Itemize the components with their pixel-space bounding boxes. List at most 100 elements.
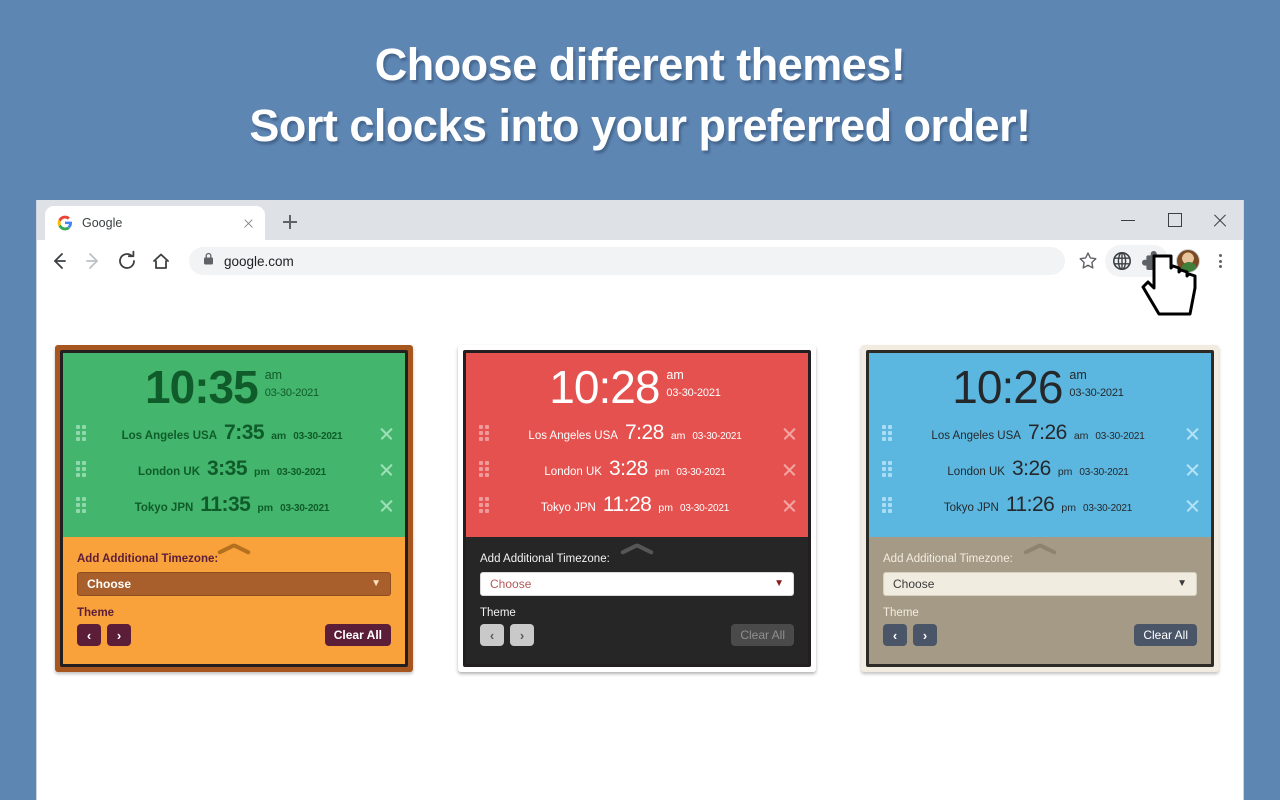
timezone-row-body: Tokyo JPN 11:26 pm 03-30-2021: [895, 494, 1181, 516]
timezone-select[interactable]: Choose ▼: [883, 572, 1197, 596]
maximize-icon[interactable]: [1151, 200, 1197, 240]
reload-icon[interactable]: [111, 245, 143, 277]
timezone-city: Los Angeles USA: [931, 430, 1021, 442]
primary-time: 10:35: [145, 361, 259, 413]
remove-timezone-icon[interactable]: [375, 458, 397, 480]
settings-panel: Add Additional Timezone: Choose ▼ Theme …: [63, 537, 405, 664]
timezone-row: Los Angeles USA 7:35 am 03-30-2021: [63, 415, 405, 451]
clear-all-button[interactable]: Clear All: [1134, 624, 1197, 646]
timezone-row-body: Los Angeles USA 7:26 am 03-30-2021: [895, 422, 1181, 444]
drag-handle-icon[interactable]: [879, 497, 895, 513]
timezone-select[interactable]: Choose ▼: [77, 572, 391, 596]
chevron-up-icon[interactable]: [1023, 541, 1057, 555]
theme-prev-button[interactable]: ‹: [77, 624, 101, 646]
theme-next-button[interactable]: ›: [913, 624, 937, 646]
theme-next-button[interactable]: ›: [107, 624, 131, 646]
settings-bottom-row: ‹ › Clear All: [883, 624, 1197, 646]
timezone-time: 7:26: [1027, 421, 1067, 444]
timezone-time: 3:28: [608, 457, 648, 480]
timezone-row: Los Angeles USA 7:26 am 03-30-2021: [869, 415, 1211, 451]
timezone-city: London UK: [947, 466, 1005, 478]
drag-handle-icon[interactable]: [476, 497, 492, 513]
star-icon[interactable]: [1073, 246, 1103, 276]
timezone-date: 03-30-2021: [1095, 431, 1145, 442]
clock-display-area: 10:26 am 03-30-2021 Los Angeles USA 7:26…: [869, 353, 1211, 537]
timezone-select[interactable]: Choose ▼: [480, 572, 794, 596]
drag-handle-icon[interactable]: [73, 425, 89, 441]
timezone-date: 03-30-2021: [692, 431, 742, 442]
timezone-row: London UK 3:26 pm 03-30-2021: [869, 451, 1211, 487]
timezone-date: 03-30-2021: [1082, 503, 1133, 514]
home-icon[interactable]: [145, 245, 177, 277]
timezone-row-body: Los Angeles USA 7:28 am 03-30-2021: [492, 422, 778, 444]
timezone-list: Los Angeles USA 7:28 am 03-30-2021 Londo…: [466, 415, 808, 523]
timezone-city: Los Angeles USA: [121, 430, 218, 442]
primary-clock-meta: am 03-30-2021: [265, 365, 319, 400]
window-close-icon[interactable]: [1197, 200, 1243, 240]
timezone-date: 03-30-2021: [679, 503, 730, 514]
clear-all-button[interactable]: Clear All: [324, 624, 391, 646]
timezone-time: 11:28: [602, 493, 652, 516]
theme-next-button[interactable]: ›: [510, 624, 534, 646]
drag-handle-icon[interactable]: [73, 461, 89, 477]
theme-label: Theme: [480, 607, 516, 619]
minimize-icon[interactable]: [1105, 200, 1151, 240]
drag-handle-icon[interactable]: [476, 461, 492, 477]
remove-timezone-icon[interactable]: [1181, 422, 1203, 444]
clock-display-area: 10:28 am 03-30-2021 Los Angeles USA 7:28…: [466, 353, 808, 537]
tab-title: Google: [82, 216, 123, 230]
timezone-row-body: London UK 3:35 pm 03-30-2021: [89, 458, 375, 480]
timezone-date: 03-30-2021: [1079, 467, 1129, 478]
back-arrow-icon[interactable]: [43, 245, 75, 277]
primary-ampm: am: [666, 368, 684, 382]
drag-handle-icon[interactable]: [476, 425, 492, 441]
remove-timezone-icon[interactable]: [778, 494, 800, 516]
timezone-time: 11:26: [1005, 493, 1055, 516]
remove-timezone-icon[interactable]: [1181, 494, 1203, 516]
timezone-row-body: Tokyo JPN 11:35 pm 03-30-2021: [89, 494, 375, 516]
panel-inner: 10:26 am 03-30-2021 Los Angeles USA 7:26…: [866, 350, 1214, 667]
settings-panel: Add Additional Timezone: Choose ▼ Theme …: [869, 537, 1211, 664]
panel-frame: 10:28 am 03-30-2021 Los Angeles USA 7:28…: [458, 345, 816, 672]
globe-icon[interactable]: [1107, 246, 1137, 276]
timezone-date: 03-30-2021: [676, 467, 726, 478]
timezone-city: Tokyo JPN: [943, 502, 999, 514]
primary-ampm: am: [1069, 368, 1087, 382]
browser-tab[interactable]: Google: [45, 206, 265, 240]
remove-timezone-icon[interactable]: [778, 458, 800, 480]
timezone-time: 7:28: [624, 421, 664, 444]
remove-timezone-icon[interactable]: [1181, 458, 1203, 480]
timezone-row: Los Angeles USA 7:28 am 03-30-2021: [466, 415, 808, 451]
timezone-ampm: pm: [254, 466, 270, 478]
timezone-city: London UK: [544, 466, 602, 478]
theme-switcher: ‹ ›: [883, 624, 937, 646]
timezone-time: 11:35: [200, 493, 251, 516]
remove-timezone-icon[interactable]: [778, 422, 800, 444]
theme-prev-button[interactable]: ‹: [480, 624, 504, 646]
drag-handle-icon[interactable]: [879, 461, 895, 477]
new-tab-button[interactable]: [277, 209, 303, 235]
timezone-date: 03-30-2021: [276, 467, 326, 478]
three-dot-menu-icon[interactable]: [1207, 246, 1233, 276]
chevron-down-icon: ▼: [1177, 578, 1187, 589]
chevron-up-icon[interactable]: [620, 541, 654, 555]
timezone-ampm: pm: [1057, 466, 1073, 478]
timezone-select-value: Choose: [893, 577, 935, 591]
clock-panel-blue: 10:26 am 03-30-2021 Los Angeles USA 7:26…: [861, 345, 1219, 672]
theme-prev-button[interactable]: ‹: [883, 624, 907, 646]
remove-timezone-icon[interactable]: [375, 494, 397, 516]
address-bar[interactable]: google.com: [189, 247, 1065, 275]
clock-display-area: 10:35 am 03-30-2021 Los Angeles USA 7:35…: [63, 353, 405, 537]
timezone-time: 3:35: [207, 457, 248, 480]
tab-close-icon[interactable]: [240, 215, 257, 232]
drag-handle-icon[interactable]: [73, 497, 89, 513]
timezone-city: Tokyo JPN: [134, 502, 194, 514]
primary-clock: 10:35 am 03-30-2021: [63, 361, 405, 413]
timezone-list: Los Angeles USA 7:26 am 03-30-2021 Londo…: [869, 415, 1211, 523]
chevron-up-icon[interactable]: [217, 541, 251, 555]
drag-handle-icon[interactable]: [879, 425, 895, 441]
remove-timezone-icon[interactable]: [375, 422, 397, 444]
browser-tab-strip: Google: [37, 200, 1243, 240]
clear-all-button[interactable]: Clear All: [731, 624, 794, 646]
panel-inner: 10:28 am 03-30-2021 Los Angeles USA 7:28…: [463, 350, 811, 667]
